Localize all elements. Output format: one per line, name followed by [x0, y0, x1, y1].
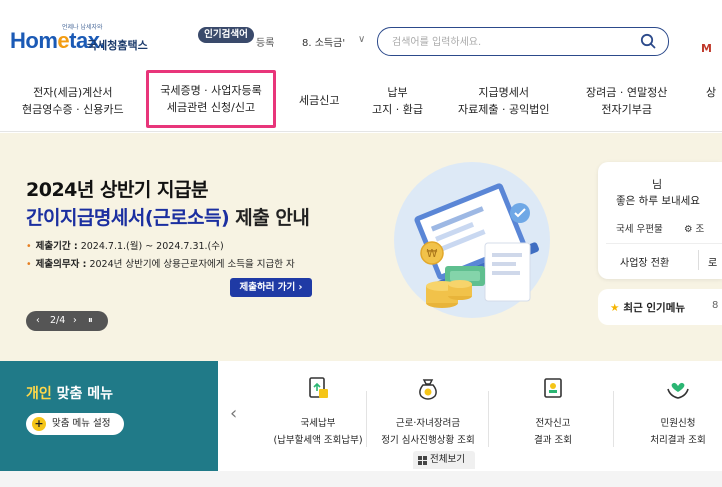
nav-tax-return[interactable]: 세금신고 — [299, 92, 339, 109]
nav-payment[interactable]: 납부 고지 · 환급 — [372, 84, 423, 118]
plus-icon: + — [32, 417, 46, 431]
quick-item-label: 근로·자녀장려금 — [395, 418, 461, 429]
divider — [613, 391, 614, 447]
view-all-label: 전체보기 — [430, 454, 465, 465]
pause-icon[interactable]: ⏸ — [88, 311, 93, 331]
divider — [488, 391, 489, 447]
quick-item-tax-payment[interactable]: 국세납부 (납부할세액 조회납부) — [258, 375, 378, 446]
nav-label: 세금신고 — [299, 94, 340, 107]
nav-label: 전자(세금)계산서 — [33, 86, 113, 99]
submit-button[interactable]: 제출하러 가기 › — [230, 278, 312, 297]
heart-hands-icon — [667, 382, 689, 399]
popular-search-badge: 인기검색어 — [198, 27, 254, 43]
header-right-link[interactable]: M — [701, 42, 712, 55]
bottom-strip — [0, 471, 722, 487]
nav-label: 납부 — [387, 86, 408, 99]
nav-label: 상 — [706, 86, 717, 99]
nav-payment-statement[interactable]: 지급명세서 자료제출 · 공익법인 — [458, 84, 549, 118]
chevron-left-icon[interactable]: ‹ — [230, 403, 237, 424]
svg-text:₩: ₩ — [427, 247, 438, 260]
banner-illustration: ₩ — [394, 162, 550, 318]
quick-item-e-filing[interactable]: 전자신고 결과 조회 — [493, 375, 613, 446]
banner-period: • 제출기간 : 2024.7.1.(월) ~ 2024.7.31.(수) — [26, 241, 224, 252]
main-navigation: 전자(세금)계산서 현금영수증 · 신용카드 국세증명 · 사업자등록 세금관련… — [0, 70, 722, 132]
nav-label: 국세증명 · 사업자등록 — [160, 84, 262, 97]
divider — [606, 243, 722, 244]
custom-menu-setting-label: 맞춤 메뉴 설정 — [52, 418, 111, 429]
divider — [366, 391, 367, 447]
search-box — [377, 27, 669, 56]
quick-item-label: 국세납부 — [300, 418, 336, 429]
quick-item-sublabel: 정기 심사진행상황 조회 — [381, 435, 475, 446]
custom-menu-panel: 개인 맞춤 메뉴 + 맞춤 메뉴 설정 — [0, 361, 218, 471]
custom-menu-setting-button[interactable]: + 맞춤 메뉴 설정 — [26, 413, 124, 435]
star-icon: ★ — [610, 302, 620, 314]
document-upload-icon — [309, 377, 328, 398]
search-icon[interactable] — [640, 33, 656, 49]
nav-label: 현금영수증 · 신용카드 — [22, 103, 124, 116]
nav-label: 세금관련 신청/신고 — [166, 101, 256, 114]
custom-menu-title: 개인 맞춤 메뉴 — [26, 386, 114, 402]
recent-popular-ticker[interactable]: 8 — [712, 300, 718, 311]
hometax-logo[interactable]: 언제나 납세자와 Hometax. 국세청홈택스 — [10, 22, 160, 56]
user-greeting: 좋은 하루 보내세요 — [616, 195, 700, 207]
pager-prev-button[interactable]: ‹ — [36, 311, 40, 331]
nav-label: 장려금 · 연말정산 — [586, 86, 668, 99]
grid-icon — [418, 456, 427, 465]
quick-item-incentive[interactable]: 근로·자녀장려금 정기 심사진행상황 조회 — [368, 375, 488, 446]
nav-more[interactable]: 상 — [706, 84, 716, 101]
logout-button[interactable]: 로 — [708, 254, 717, 269]
recent-popular-label: ★ 최근 인기메뉴 — [610, 302, 686, 314]
recent-popular-menu[interactable]: ★ 최근 인기메뉴 8 — [598, 289, 722, 325]
quick-item-civil-request[interactable]: 민원신청 처리결과 조회 — [618, 375, 722, 446]
quick-item-label: 전자신고 — [535, 418, 571, 429]
divider — [698, 250, 699, 270]
pager-next-button[interactable]: › — [73, 311, 77, 331]
popular-search-ticker[interactable]: 8. 소득금' — [302, 34, 345, 49]
nav-label: 지급명세서 — [478, 86, 530, 99]
nav-label: 고지 · 환급 — [372, 103, 423, 116]
banner-subtitle: 간이지급명세서(근로소득) 제출 안내 — [26, 207, 310, 229]
logo-subtitle: 국세청홈택스 — [87, 39, 148, 52]
quick-item-sublabel: 처리결과 조회 — [650, 435, 706, 446]
user-name: 님 — [652, 178, 663, 191]
quick-item-label: 민원신청 — [660, 418, 696, 429]
pager-indicator: 2/4 — [50, 315, 66, 326]
money-bag-icon — [419, 379, 437, 400]
switch-business-button[interactable]: 사업장 전환 — [620, 254, 669, 269]
nav-label: 자료제출 · 공익법인 — [458, 103, 550, 116]
banner-pager: ‹ 2/4 › ⏸ — [26, 311, 108, 331]
nav-e-invoice[interactable]: 전자(세금)계산서 현금영수증 · 신용카드 — [22, 84, 124, 118]
tax-mailbox-link[interactable]: 국세 우편물 — [616, 221, 663, 235]
banner-title: 2024년 상반기 지급분 — [26, 179, 208, 201]
quick-item-sublabel: (납부할세액 조회납부) — [273, 435, 363, 446]
view-all-button[interactable]: 전체보기 — [413, 451, 475, 469]
nav-incentive[interactable]: 장려금 · 연말정산 전자기부금 — [586, 84, 667, 118]
nav-certificate-registration[interactable]: 국세증명 · 사업자등록 세금관련 신청/신고 — [146, 70, 276, 128]
main-banner: 2024년 상반기 지급분 간이지급명세서(근로소득) 제출 안내 • 제출기간 … — [0, 133, 722, 361]
search-input[interactable] — [392, 34, 632, 50]
quick-item-sublabel: 결과 조회 — [534, 435, 572, 446]
banner-obligor: • 제출의무자 : 2024년 상반기에 상용근로자에게 소득을 지급한 자 — [26, 259, 295, 270]
chevron-down-icon[interactable]: ∨ — [358, 34, 365, 45]
login-card: 님 좋은 하루 보내세요 국세 우편물 ⚙ 조 사업장 전환 로 — [598, 162, 722, 279]
nav-label: 전자기부금 — [601, 103, 652, 116]
stamp-document-icon — [544, 378, 562, 398]
header: 언제나 납세자와 Hometax. 국세청홈택스 인기검색어 등록 8. 소득금… — [0, 0, 722, 70]
popular-search-ticker-prev[interactable]: 등록 — [256, 34, 274, 49]
settings-link[interactable]: ⚙ 조 — [684, 221, 704, 235]
